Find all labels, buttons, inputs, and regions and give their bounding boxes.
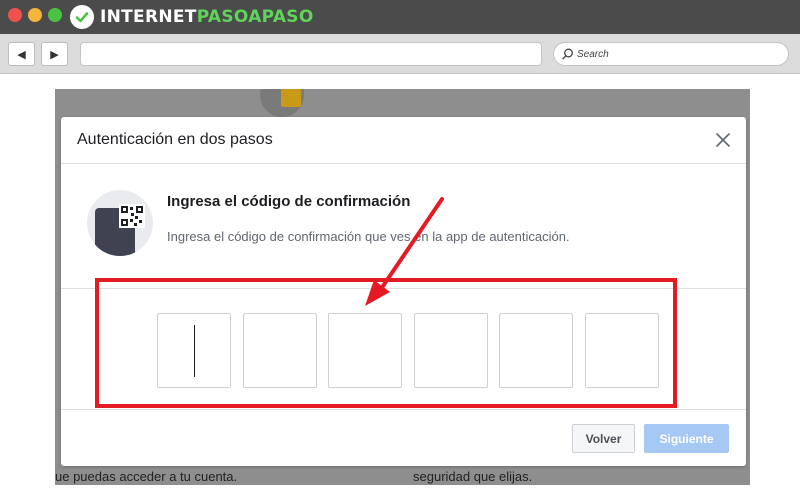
site-logo: INTERNETPASOAPASO <box>70 4 314 30</box>
address-bar[interactable] <box>80 42 542 66</box>
logo-check-icon <box>70 5 94 29</box>
back-dialog-button[interactable]: Volver <box>572 424 635 453</box>
security-badge <box>260 89 304 117</box>
triangle-left-icon: ◀ <box>17 48 26 61</box>
browser-toolbar: ◀ ▶ Search <box>0 34 800 74</box>
footer-divider <box>61 409 746 410</box>
key-icon <box>281 89 301 107</box>
search-input[interactable]: Search <box>553 42 789 66</box>
close-dialog-button[interactable] <box>713 130 733 150</box>
confirmation-heading: Ingresa el código de confirmación <box>167 193 411 210</box>
search-placeholder: Search <box>577 48 609 60</box>
annotation-highlight-box <box>95 278 677 408</box>
browser-titlebar: INTERNETPASOAPASO <box>0 0 800 34</box>
dialog-title: Autenticación en dos pasos <box>77 131 273 148</box>
background-text-right: seguridad que elijas. <box>413 469 533 484</box>
qr-code-icon <box>119 204 145 228</box>
minimize-window-button[interactable] <box>28 8 42 22</box>
back-button[interactable]: ◀ <box>8 42 35 66</box>
logo-text: INTERNETPASOAPASO <box>100 4 314 30</box>
next-button[interactable]: Siguiente <box>644 424 729 453</box>
triangle-right-icon: ▶ <box>50 48 59 61</box>
close-window-button[interactable] <box>8 8 22 22</box>
background-text-left: ue puedas acceder a tu cuenta. <box>55 469 238 484</box>
forward-button[interactable]: ▶ <box>41 42 68 66</box>
maximize-window-button[interactable] <box>48 8 62 22</box>
search-icon <box>562 48 573 60</box>
logo-text-prefix: INTERNET <box>100 7 197 27</box>
close-icon <box>716 133 730 147</box>
qr-phone-illustration <box>87 190 153 256</box>
confirmation-description: Ingresa el código de confirmación que ve… <box>167 229 570 244</box>
dialog-header: Autenticación en dos pasos <box>61 117 746 164</box>
logo-text-highlight: PASOAPASO <box>196 7 314 27</box>
